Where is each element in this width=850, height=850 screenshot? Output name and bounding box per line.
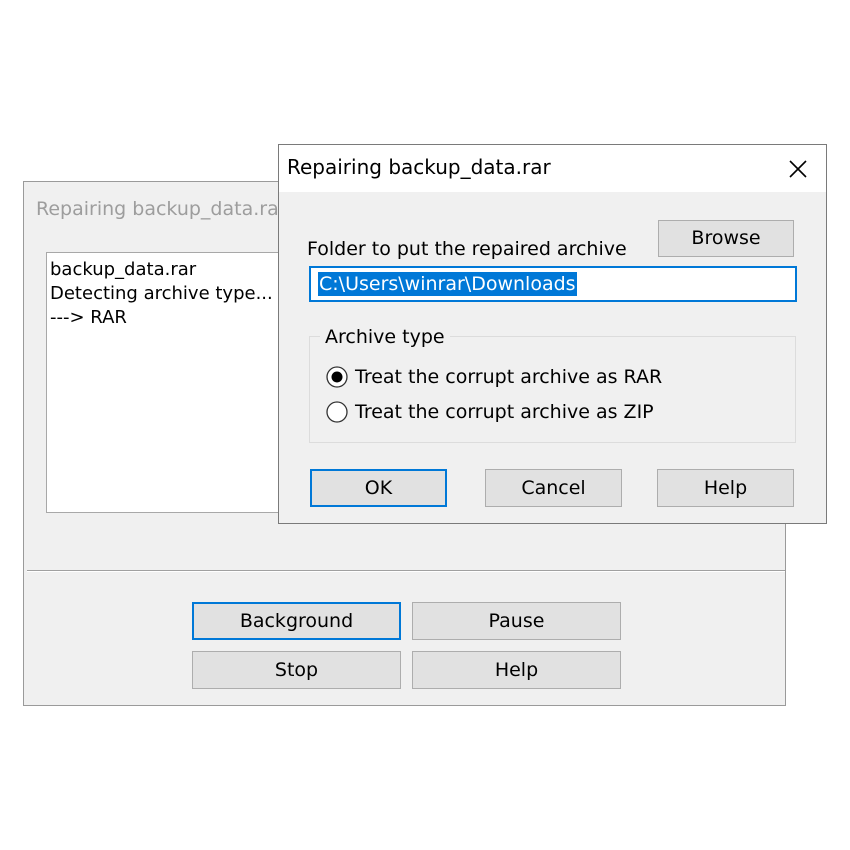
background-button[interactable]: Background	[192, 602, 401, 640]
log-line: Detecting archive type...	[50, 283, 273, 304]
archive-type-group: Archive type Treat the corrupt archive a…	[309, 326, 796, 443]
separator	[27, 570, 785, 572]
browse-button[interactable]: Browse	[658, 220, 794, 257]
radio-unchecked-icon[interactable]	[326, 401, 348, 423]
log-line: backup_data.rar	[50, 259, 197, 280]
close-icon[interactable]	[787, 158, 809, 180]
radio-label-zip[interactable]: Treat the corrupt archive as ZIP	[355, 401, 654, 423]
folder-path-selection: C:\Users\winrar\Downloads	[318, 272, 577, 296]
dialog-title: Repairing backup_data.rar	[287, 155, 551, 179]
help-button[interactable]: Help	[412, 651, 621, 689]
stop-button[interactable]: Stop	[192, 651, 401, 689]
repair-options-dialog: Repairing backup_data.rar Folder to put …	[278, 144, 827, 524]
progress-window-title: Repairing backup_data.rar	[36, 198, 287, 220]
radio-label-rar[interactable]: Treat the corrupt archive as RAR	[355, 366, 662, 388]
cancel-button[interactable]: Cancel	[485, 469, 622, 507]
log-line: ---> RAR	[50, 307, 127, 328]
archive-type-legend: Archive type	[320, 326, 450, 348]
dialog-titlebar: Repairing backup_data.rar	[279, 145, 826, 192]
dialog-help-button[interactable]: Help	[657, 469, 794, 507]
pause-button[interactable]: Pause	[412, 602, 621, 640]
radio-checked-icon[interactable]	[326, 366, 348, 388]
folder-label: Folder to put the repaired archive	[307, 238, 627, 260]
ok-button[interactable]: OK	[310, 469, 447, 507]
